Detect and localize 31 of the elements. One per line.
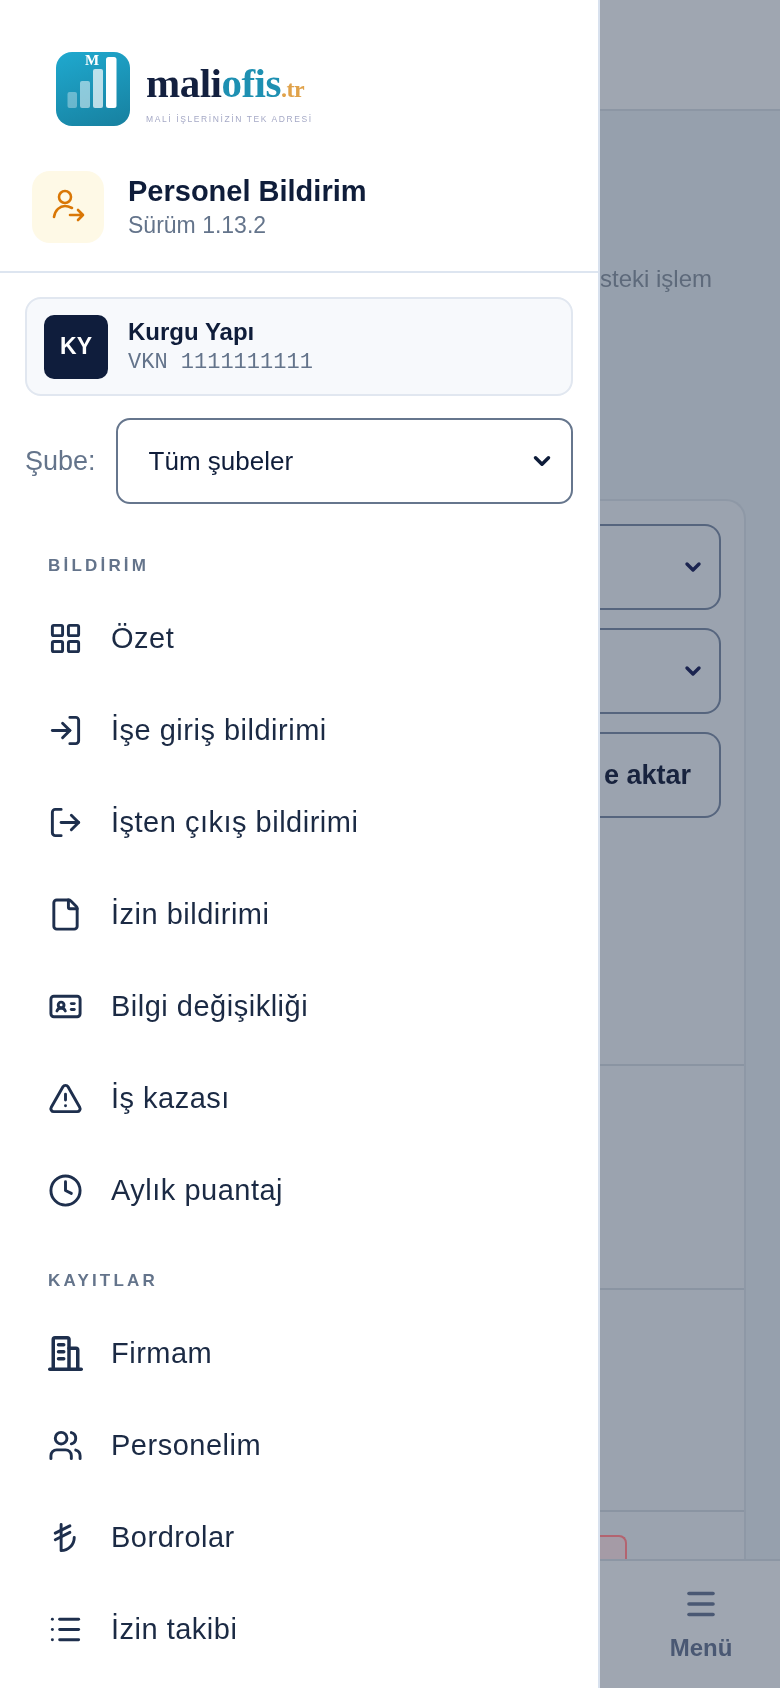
intro-text: steki işlem — [600, 265, 713, 293]
menu-item[interactable]: Bilgi değişikliği — [25, 960, 573, 1052]
menu-item[interactable]: İşten çıkış bildirimi — [25, 776, 573, 868]
menu-item[interactable]: İş kazası — [25, 1052, 573, 1144]
menu-item[interactable]: İzin bildirimi — [25, 868, 573, 960]
logo-tagline: MALİ İŞLERİNİZİN TEK ADRESİ — [146, 114, 313, 125]
app-version: Sürüm 1.13.2 — [128, 211, 268, 239]
logo-letter: M — [85, 53, 100, 68]
company-name: Kurgu Yapı — [128, 317, 256, 346]
building-icon — [48, 1335, 83, 1371]
menu-item[interactable]: Özet — [25, 592, 573, 684]
branch-label: Şube: — [25, 446, 96, 476]
tax-id: VKN 1111111111 — [128, 349, 313, 376]
menu-item[interactable]: Firmam — [25, 1307, 573, 1399]
clock-icon — [48, 1172, 83, 1208]
logo-wordmark: maliofis.tr — [146, 63, 306, 108]
app-title: Personel Bildirim — [128, 175, 367, 207]
section-heading: KAYITLAR — [48, 1271, 158, 1291]
menu-item[interactable]: Personelim — [25, 1399, 573, 1491]
section-heading: BİLDİRİM — [48, 556, 150, 576]
bar-chart-icon — [67, 57, 117, 108]
menu-item[interactable]: İzin takibi — [25, 1583, 573, 1675]
select-field[interactable] — [600, 628, 721, 714]
select-field[interactable] — [600, 524, 721, 610]
action-button[interactable]: e aktar — [600, 732, 721, 818]
menu-item[interactable]: Aylık puantaj — [25, 1144, 573, 1236]
menu-item[interactable]: İşe giriş bildirimi — [25, 684, 573, 776]
branch-select[interactable]: Tüm şubeler — [115, 418, 573, 504]
company-avatar: KY — [44, 314, 108, 379]
menu-item[interactable]: Bordrolar — [25, 1491, 573, 1583]
company-card[interactable]: KY Kurgu Yapı VKN 1111111111 — [25, 297, 573, 396]
